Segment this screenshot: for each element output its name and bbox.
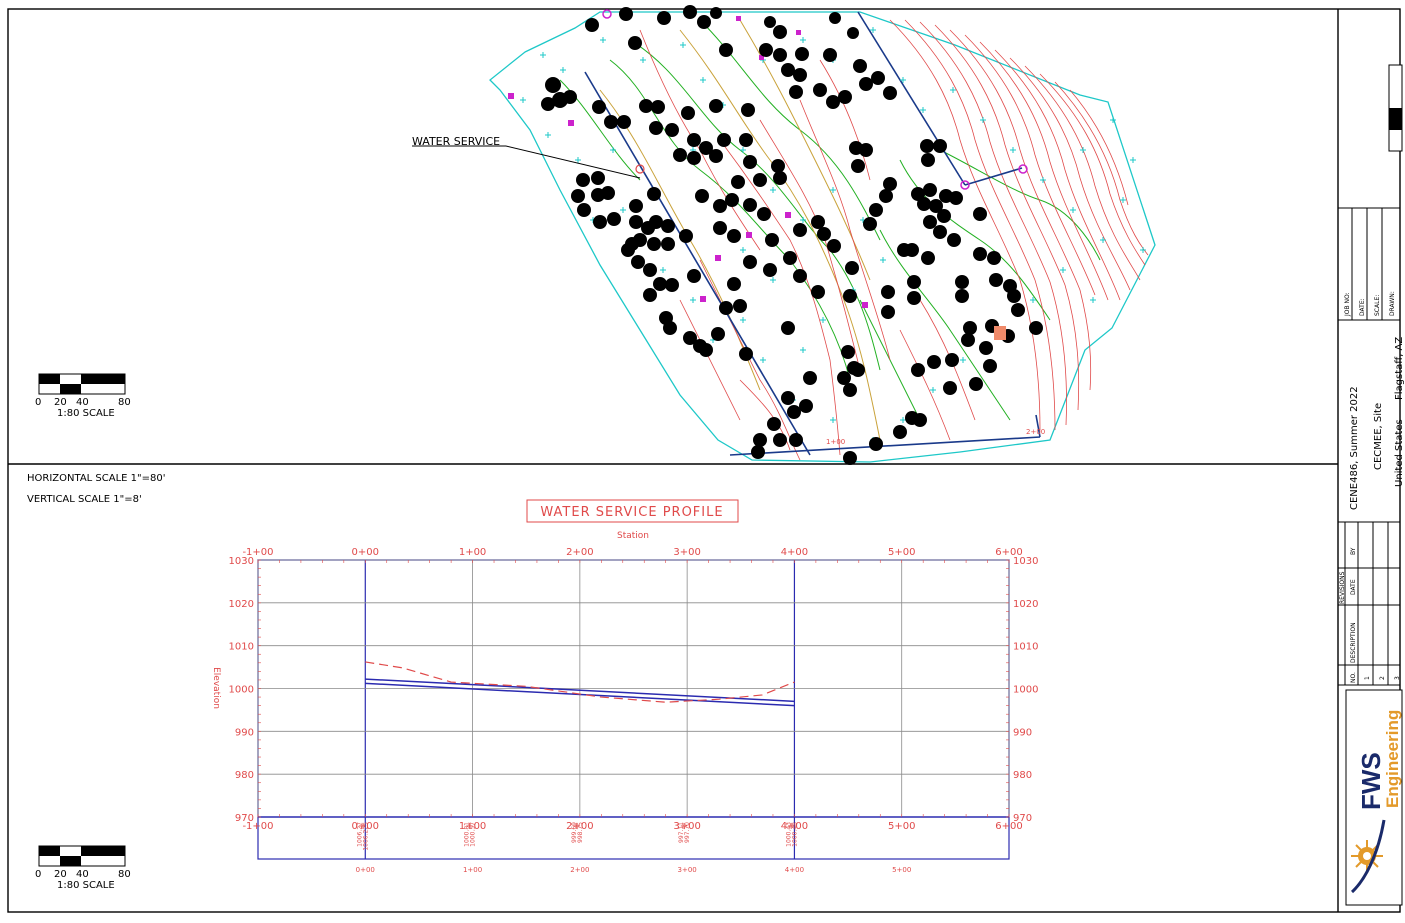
chart-title: WATER SERVICE PROFILE [540, 505, 723, 520]
y-tick-label-right: 970 [1013, 813, 1032, 824]
station-elevation-label: 1000.48 [791, 822, 798, 847]
project-site: CECMEE, Site [1373, 403, 1384, 470]
logo-text-engineering: Engineering [1383, 710, 1402, 808]
title-block: JOB NO: DATE: SCALE: DRAWN: CENE486, Sum… [1338, 64, 1405, 906]
y-tick-label-left: 1030 [229, 556, 254, 567]
x-tick-label-top: 5+00 [888, 547, 915, 558]
y-tick-label-right: 1030 [1013, 556, 1038, 567]
x-tick-label-bottom: 5+00 [888, 821, 915, 832]
station-elevation-label: 997.70 [684, 822, 691, 843]
scale-tick: 80 [118, 869, 131, 880]
revisions-col-description: DESCRIPTION [1350, 622, 1357, 663]
tree-symbols [541, 5, 1043, 465]
revision-row-number: 2 [1379, 676, 1386, 680]
vertical-scale-note: VERTICAL SCALE 1"=8' [27, 494, 142, 505]
project-city: Flagstaff, AZ [1394, 337, 1405, 400]
revisions-table: REVISIONS NO. DESCRIPTION DATE BY 1 2 3 [1338, 521, 1401, 686]
drawn-label: DRAWN: [1389, 291, 1396, 316]
x-tick-label-top: 0+00 [352, 547, 379, 558]
survey-points [520, 27, 1146, 443]
y-tick-label-left: 1000 [229, 685, 254, 696]
red-contours [639, 19, 1149, 461]
bottom-station-label: 5+00 [892, 866, 911, 874]
x-tick-label-top: 1+00 [459, 547, 486, 558]
revisions-col-date: DATE [1350, 579, 1357, 595]
x-tick-label-top: 4+00 [781, 547, 808, 558]
scale-caption: 1:80 SCALE [57, 880, 115, 891]
y-tick-label-right: 1000 [1013, 685, 1038, 696]
horizontal-scale-note: HORIZONTAL SCALE 1"=80' [27, 473, 165, 484]
y-tick-label-right: 1020 [1013, 599, 1038, 610]
x-tick-label-top: 2+00 [566, 547, 593, 558]
station-label: 1+00 [826, 438, 845, 446]
project-course: CENE486, Summer 2022 [1349, 386, 1360, 510]
revision-row-number: 1 [1364, 676, 1371, 680]
water-service-callout: WATER SERVICE [412, 135, 645, 179]
station-label: 2+00 [1026, 428, 1045, 436]
north-marker [1388, 64, 1403, 152]
scale-tick: 80 [118, 397, 131, 408]
y-tick-label-left: 1010 [229, 642, 254, 653]
x-tick-label-top: 3+00 [673, 547, 700, 558]
station-elevation-label: 1006.225 [362, 822, 369, 851]
structure-marker [994, 326, 1006, 340]
y-tick-label-left: 1020 [229, 599, 254, 610]
scale-bar-bottom: 0 20 40 80 1:80 SCALE [35, 845, 131, 891]
revisions-heading: REVISIONS [1339, 571, 1346, 604]
water-service-label: WATER SERVICE [412, 135, 500, 148]
bottom-station-label: 3+00 [678, 866, 697, 874]
scale-tick: 40 [76, 869, 89, 880]
scale-tick: 0 [35, 869, 41, 880]
scale-label: SCALE: [1374, 295, 1381, 316]
scale-tick: 0 [35, 397, 41, 408]
scale-tick: 40 [76, 397, 89, 408]
y-axis-label: Elevation [211, 667, 221, 709]
y-tick-label-right: 980 [1013, 770, 1032, 781]
bottom-station-label: 1+00 [463, 866, 482, 874]
project-country: United States [1394, 419, 1405, 487]
plot-frame [257, 559, 1010, 860]
profile-chart: WATER SERVICE PROFILE Station Elevation … [211, 499, 1038, 874]
scale-tick: 20 [54, 869, 67, 880]
y-tick-label-right: 1010 [1013, 642, 1038, 653]
x-axis-label: Station [617, 531, 649, 541]
bottom-station-label: 0+00 [356, 866, 375, 874]
job-no-label: JOB NO: [1344, 292, 1351, 317]
scale-caption: 1:80 SCALE [57, 408, 115, 419]
logo-text-fws: FWS [1356, 752, 1386, 810]
station-elevation-label: 1000.57 [470, 822, 477, 847]
fws-logo: FWS Engineering [1345, 689, 1403, 906]
date-label: DATE: [1359, 298, 1366, 316]
site-plan: WATER SERVICE 1+00 2+00 [412, 5, 1156, 465]
y-tick-label-right: 990 [1013, 727, 1032, 738]
bottom-station-label: 4+00 [785, 866, 804, 874]
bottom-station-label: 2+00 [570, 866, 589, 874]
revisions-col-by: BY [1350, 547, 1357, 555]
y-tick-label-left: 990 [235, 727, 254, 738]
revision-row-number: 3 [1394, 676, 1401, 680]
station-elevation-label: 998.75 [577, 822, 584, 843]
y-tick-label-left: 970 [235, 813, 254, 824]
revisions-col-no: NO. [1350, 672, 1357, 683]
scale-tick: 20 [54, 397, 67, 408]
scale-bar-top: 0 20 40 80 1:80 SCALE [35, 373, 131, 419]
y-tick-label-left: 980 [235, 770, 254, 781]
